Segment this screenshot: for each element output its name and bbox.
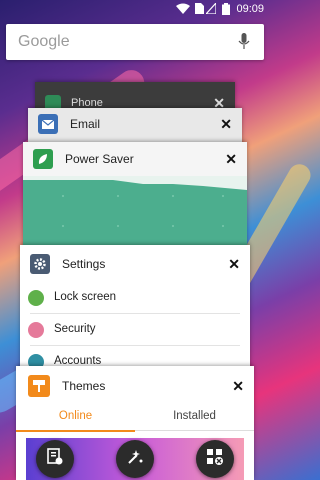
wifi-icon [176,3,190,17]
card-title: Settings [62,257,106,271]
settings-app-icon [30,254,50,274]
close-icon[interactable]: ✕ [228,257,240,271]
no-signal-icon [204,1,217,17]
status-bar: 09:09 [0,0,270,18]
menu-item-label: Security [54,323,96,335]
sim-card-icon [195,3,204,17]
settings-item-lock-screen[interactable]: Lock screen [20,283,250,313]
tab-label: Online [58,410,93,422]
google-search-bar[interactable]: Google [6,24,264,60]
cleanup-button[interactable] [116,440,154,478]
tab-installed[interactable]: Installed [135,406,254,431]
broom-sparkle-icon [126,448,144,471]
divider [30,313,240,314]
close-all-grid-icon [206,448,224,471]
card-title: Themes [62,379,106,393]
tab-online[interactable]: Online [16,406,135,432]
search-placeholder: Google [18,33,70,50]
settings-item-security[interactable]: Security [20,315,250,345]
close-icon[interactable]: ✕ [220,117,232,131]
microphone-icon[interactable] [238,33,250,55]
close-all-button[interactable] [196,440,234,478]
tab-label: Installed [173,410,216,422]
close-icon[interactable]: ✕ [225,152,237,166]
divider [30,345,240,346]
battery-icon [222,3,230,18]
card-title: Power Saver [65,152,134,166]
lock-screen-icon [28,290,44,306]
task-manager-icon [46,447,64,471]
close-icon[interactable]: ✕ [232,379,244,393]
card-title: Email [70,117,101,131]
menu-item-label: Lock screen [54,291,117,303]
recent-app-card-settings[interactable]: Settings ✕ Lock screen Security Accounts [20,245,250,375]
power-saver-app-icon [33,149,53,169]
themes-app-icon [28,375,50,397]
task-manager-button[interactable] [36,440,74,478]
clock: 09:09 [236,3,264,15]
email-app-icon [38,114,58,134]
security-lock-icon [28,322,44,338]
